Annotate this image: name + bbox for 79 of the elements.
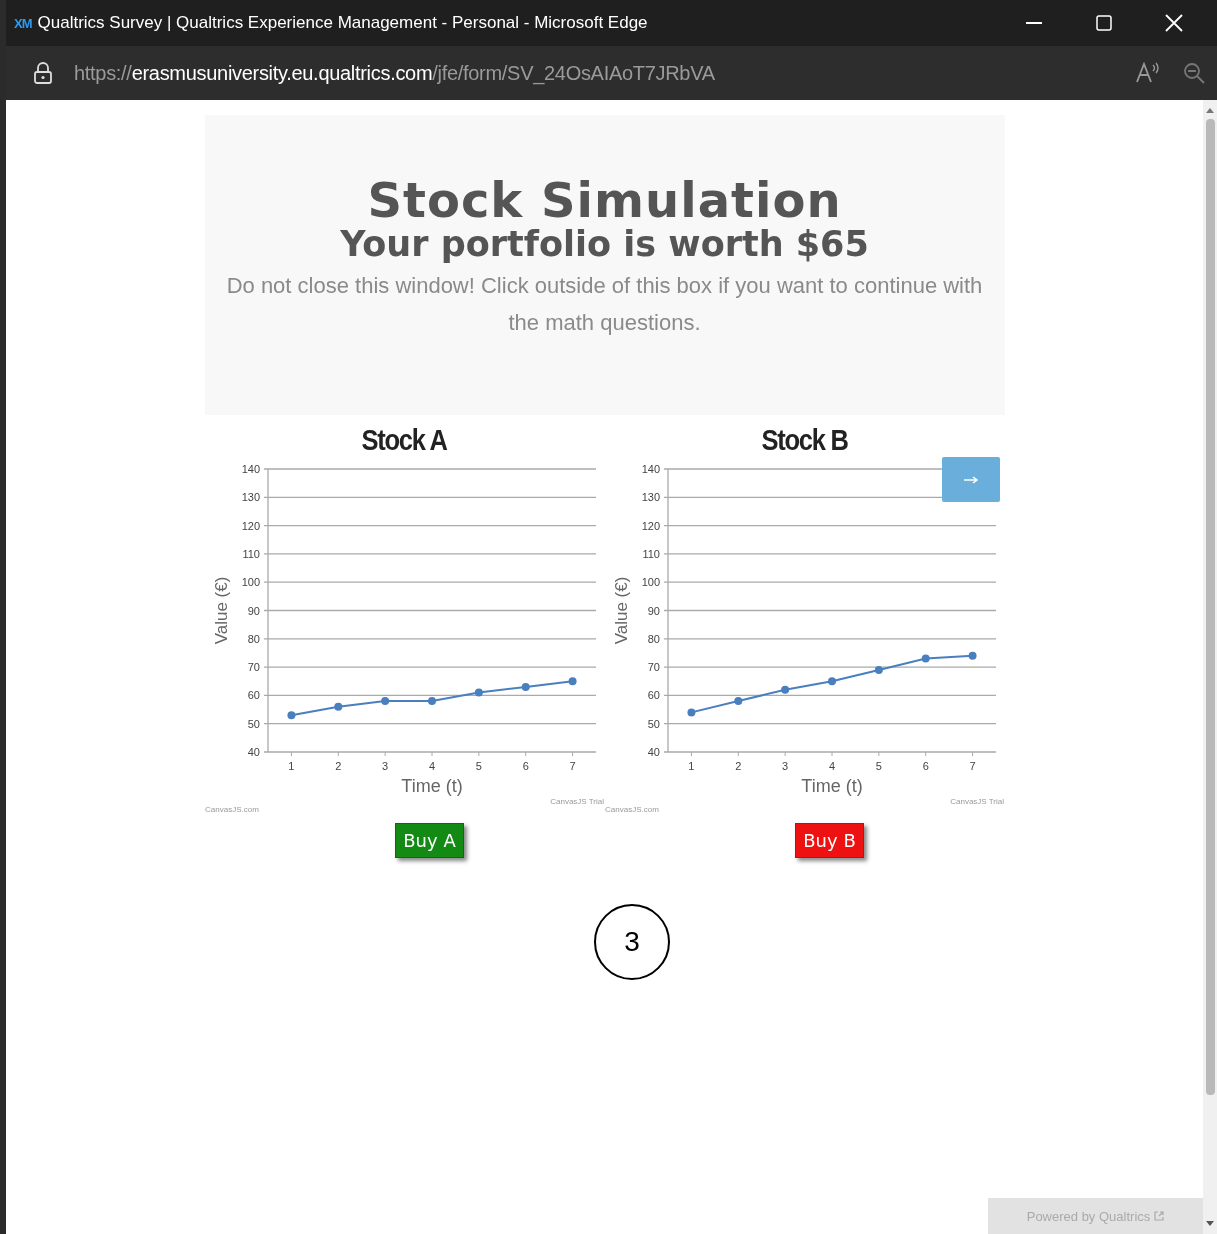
page-title: Stock Simulation bbox=[367, 175, 842, 225]
data-point bbox=[568, 677, 577, 686]
data-point bbox=[780, 685, 789, 694]
y-tick-label: 90 bbox=[247, 604, 260, 617]
arrow-icon bbox=[962, 475, 979, 484]
maximize-icon bbox=[1096, 15, 1112, 31]
x-tick-label: 6 bbox=[522, 760, 529, 772]
x-tick-label: 3 bbox=[781, 760, 788, 772]
y-tick-label: 120 bbox=[641, 519, 660, 532]
x-tick-label: 6 bbox=[922, 760, 929, 772]
y-tick-label: 100 bbox=[241, 576, 260, 589]
data-point bbox=[474, 688, 483, 697]
x-tick-label: 2 bbox=[734, 760, 741, 772]
y-tick-label: 140 bbox=[641, 463, 660, 475]
zoom-out-icon[interactable] bbox=[1183, 62, 1205, 84]
lock-icon[interactable] bbox=[34, 62, 52, 84]
x-tick-label: 3 bbox=[381, 760, 388, 772]
y-tick-label: 130 bbox=[241, 491, 260, 504]
read-aloud-icon[interactable] bbox=[1135, 62, 1161, 84]
scroll-up-icon[interactable] bbox=[1206, 108, 1214, 113]
app-logo: XM bbox=[14, 15, 32, 31]
x-tick-label: 5 bbox=[475, 760, 482, 772]
data-point bbox=[686, 708, 695, 717]
y-tick-label: 60 bbox=[247, 689, 260, 702]
chart-title: Stock A bbox=[361, 423, 448, 457]
x-tick-label: 5 bbox=[875, 760, 882, 772]
y-tick-label: 140 bbox=[241, 463, 260, 475]
chart-credit: CanvasJS Trial bbox=[949, 797, 1004, 806]
chart-credit: CanvasJS.com bbox=[604, 805, 659, 814]
chart-title: Stock B bbox=[761, 423, 848, 457]
buy-button[interactable]: Buy B bbox=[795, 823, 864, 858]
data-point bbox=[380, 697, 389, 706]
x-axis-title: Time (t) bbox=[800, 776, 863, 796]
y-axis-title: Value (€) bbox=[211, 576, 231, 645]
x-tick-label: 1 bbox=[687, 760, 694, 772]
data-point bbox=[827, 677, 836, 686]
buy-button[interactable]: Buy A bbox=[395, 823, 464, 858]
data-point bbox=[333, 702, 342, 711]
x-tick-label: 4 bbox=[428, 760, 435, 772]
y-tick-label: 50 bbox=[647, 717, 660, 730]
data-point bbox=[874, 665, 883, 674]
chart-credit: CanvasJS Trial bbox=[549, 797, 604, 806]
y-tick-label: 120 bbox=[241, 519, 260, 532]
portfolio-value: Your portfolio is worth $65 bbox=[340, 225, 869, 263]
y-tick-label: 110 bbox=[641, 547, 660, 560]
data-point bbox=[733, 697, 742, 706]
x-tick-label: 4 bbox=[828, 760, 835, 772]
window-title: Qualtrics Survey | Qualtrics Experience Management - Personal - Microsoft Edge bbox=[37, 13, 649, 33]
scroll-down-icon[interactable] bbox=[1206, 1221, 1214, 1226]
y-tick-label: 130 bbox=[641, 491, 660, 504]
x-tick-label: 1 bbox=[287, 760, 294, 772]
data-point bbox=[521, 682, 530, 691]
y-tick-label: 70 bbox=[247, 661, 260, 674]
external-link-icon bbox=[1154, 1211, 1165, 1221]
y-tick-label: 60 bbox=[647, 689, 660, 702]
step-number: 3 bbox=[594, 904, 670, 980]
y-tick-label: 50 bbox=[247, 717, 260, 730]
y-tick-label: 110 bbox=[241, 547, 260, 560]
x-axis-title: Time (t) bbox=[400, 776, 463, 796]
x-tick-label: 2 bbox=[334, 760, 341, 772]
notice-text: Do not close this window! Click outside of this box if you want to continue with the math questions. bbox=[225, 272, 984, 337]
y-tick-label: 100 bbox=[641, 576, 660, 589]
x-tick-label: 7 bbox=[969, 760, 976, 772]
y-tick-label: 80 bbox=[647, 632, 660, 645]
data-point bbox=[921, 654, 930, 663]
chart-credit: CanvasJS.com bbox=[204, 805, 259, 814]
close-icon bbox=[1165, 14, 1183, 32]
x-tick-label: 7 bbox=[569, 760, 576, 772]
y-axis-title: Value (€) bbox=[611, 576, 631, 645]
y-tick-label: 70 bbox=[647, 661, 660, 674]
y-tick-label: 40 bbox=[247, 746, 260, 758]
minimize-icon bbox=[1026, 22, 1042, 24]
data-point bbox=[968, 651, 977, 660]
scrollbar-thumb[interactable] bbox=[1205, 119, 1215, 1095]
y-tick-label: 80 bbox=[247, 632, 260, 645]
y-tick-label: 40 bbox=[647, 746, 660, 758]
data-point bbox=[427, 697, 436, 706]
y-tick-label: 90 bbox=[647, 604, 660, 617]
data-point bbox=[286, 711, 295, 720]
